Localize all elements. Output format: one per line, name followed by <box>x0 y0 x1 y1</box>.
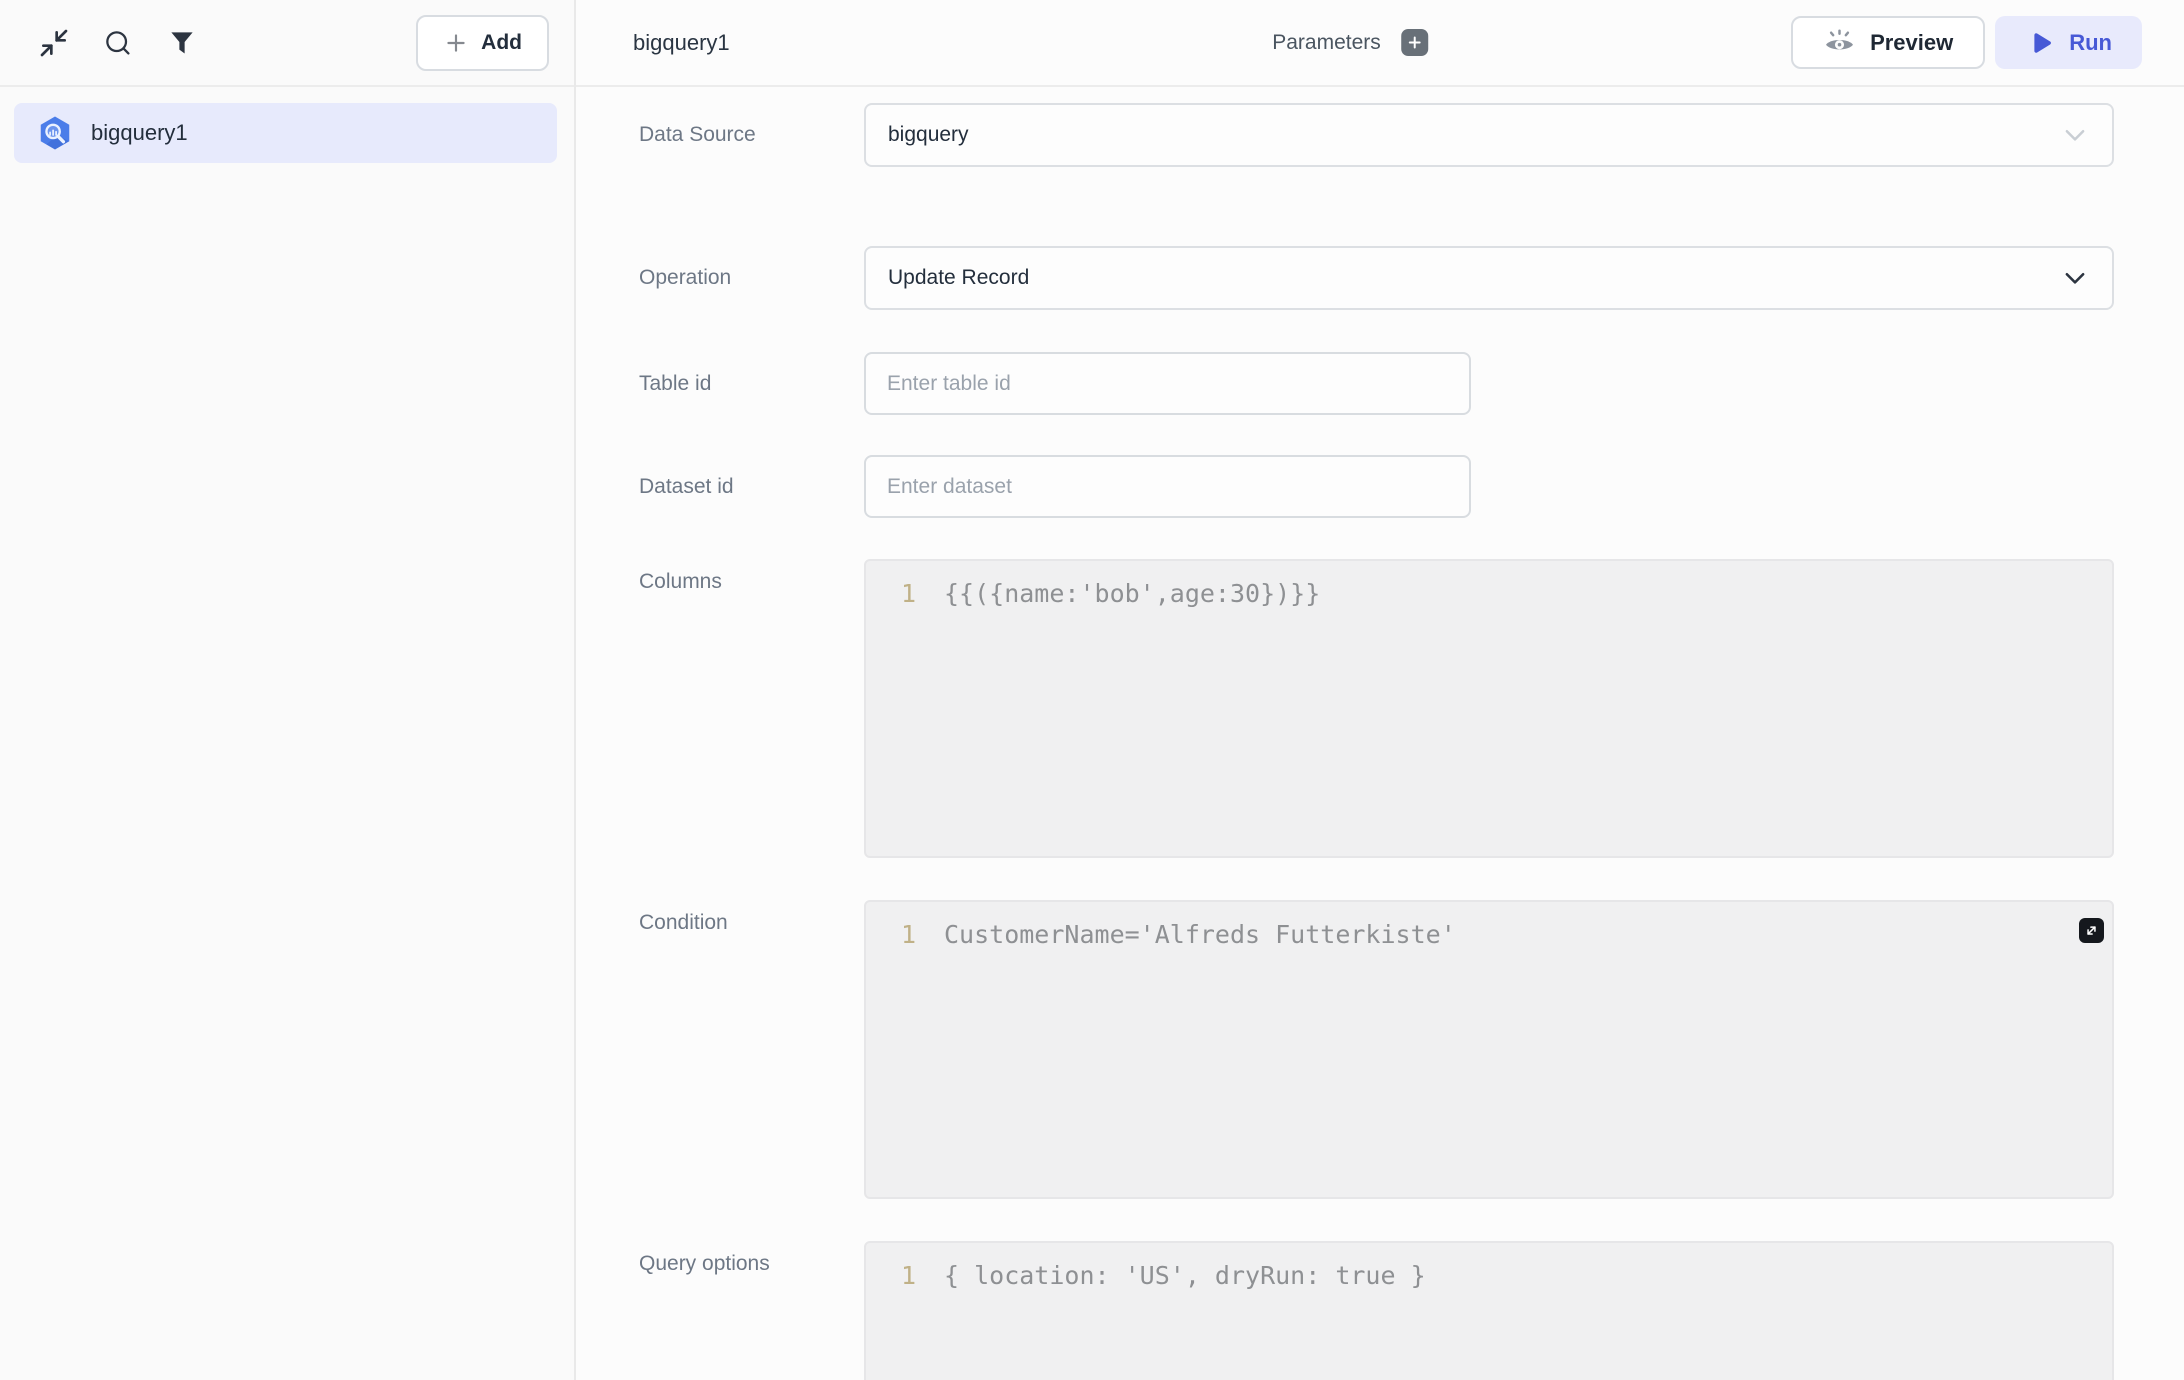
columns-code-editor[interactable]: 1 {{({name:'bob',age:30})}} <box>864 559 2114 858</box>
filter-icon[interactable] <box>164 25 200 61</box>
operation-value: Update Record <box>888 266 1030 289</box>
collapse-panel-icon[interactable] <box>36 25 72 61</box>
query-editor-header: bigquery1 Parameters Preview Run <box>576 0 2184 87</box>
query-title: bigquery1 <box>633 29 730 55</box>
columns-row: Columns 1 {{({name:'bob',age:30})}} <box>639 559 2114 858</box>
dataset-id-row: Dataset id <box>639 455 2114 518</box>
code-line: 1 {{({name:'bob',age:30})}} <box>866 578 2112 610</box>
data-source-label: Data Source <box>639 123 756 146</box>
columns-code-text: {{({name:'bob',age:30})}} <box>944 579 1321 608</box>
search-icon[interactable] <box>100 25 136 61</box>
add-query-button[interactable]: Add <box>416 14 549 71</box>
dataset-id-label: Dataset id <box>639 474 734 498</box>
data-source-select[interactable]: bigquery <box>864 103 2114 167</box>
code-line: 1 CustomerName='Alfreds Futterkiste' <box>866 919 2112 951</box>
table-id-label: Table id <box>639 371 712 395</box>
dataset-id-input[interactable] <box>864 455 1471 518</box>
query-options-label: Query options <box>639 1252 770 1275</box>
query-list: bigquery1 <box>0 87 574 163</box>
query-list-item-bigquery1[interactable]: bigquery1 <box>14 103 557 163</box>
play-icon <box>2034 32 2052 53</box>
condition-code-text: CustomerName='Alfreds Futterkiste' <box>944 920 1456 949</box>
chevron-down-icon <box>2060 263 2090 293</box>
condition-row: Condition 1 CustomerName='Alfreds Futter… <box>639 900 2114 1199</box>
preview-label: Preview <box>1870 29 1954 55</box>
plus-icon <box>447 33 465 52</box>
line-number: 1 <box>900 920 916 949</box>
data-source-value: bigquery <box>888 123 969 146</box>
chevron-down-icon <box>2060 120 2090 150</box>
operation-label: Operation <box>639 266 732 289</box>
operation-select[interactable]: Update Record <box>864 246 2114 310</box>
run-button[interactable]: Run <box>1995 16 2142 69</box>
query-sidebar: Add bigquery1 <box>0 0 576 1380</box>
preview-button[interactable]: Preview <box>1791 16 1986 69</box>
code-line: 1 { location: 'US', dryRun: true } <box>866 1260 2112 1292</box>
query-form: Data Source bigquery Operation Update Re… <box>576 87 2184 1380</box>
plus-icon <box>1408 36 1421 49</box>
add-query-label: Add <box>481 30 522 54</box>
line-number: 1 <box>900 1261 916 1290</box>
sidebar-toolbar: Add <box>0 0 574 87</box>
bigquery-icon <box>40 116 70 150</box>
table-id-input[interactable] <box>864 352 1471 415</box>
query-options-code-editor[interactable]: 1 { location: 'US', dryRun: true } <box>864 1241 2114 1380</box>
condition-code-editor[interactable]: 1 CustomerName='Alfreds Futterkiste' <box>864 900 2114 1199</box>
header-actions: Preview Run <box>1791 16 2142 69</box>
parameters-label: Parameters <box>1272 30 1381 54</box>
query-item-label: bigquery1 <box>91 120 188 145</box>
expand-editor-button[interactable] <box>2079 918 2104 943</box>
run-label: Run <box>2069 29 2112 55</box>
parameters-group: Parameters <box>1272 29 1428 56</box>
expand-icon <box>2087 926 2096 935</box>
query-editor-panel: bigquery1 Parameters Preview Run Data So… <box>576 0 2184 1380</box>
query-options-code-text: { location: 'US', dryRun: true } <box>944 1261 1426 1290</box>
add-parameter-button[interactable] <box>1400 29 1428 56</box>
query-options-row: Query options 1 { location: 'US', dryRun… <box>639 1241 2114 1380</box>
columns-label: Columns <box>639 570 722 593</box>
condition-label: Condition <box>639 911 728 934</box>
eye-icon <box>1826 29 1854 50</box>
table-id-row: Table id <box>639 352 2114 415</box>
line-number: 1 <box>900 579 916 608</box>
data-source-row: Data Source bigquery <box>639 103 2114 167</box>
operation-row: Operation Update Record <box>639 246 2114 310</box>
